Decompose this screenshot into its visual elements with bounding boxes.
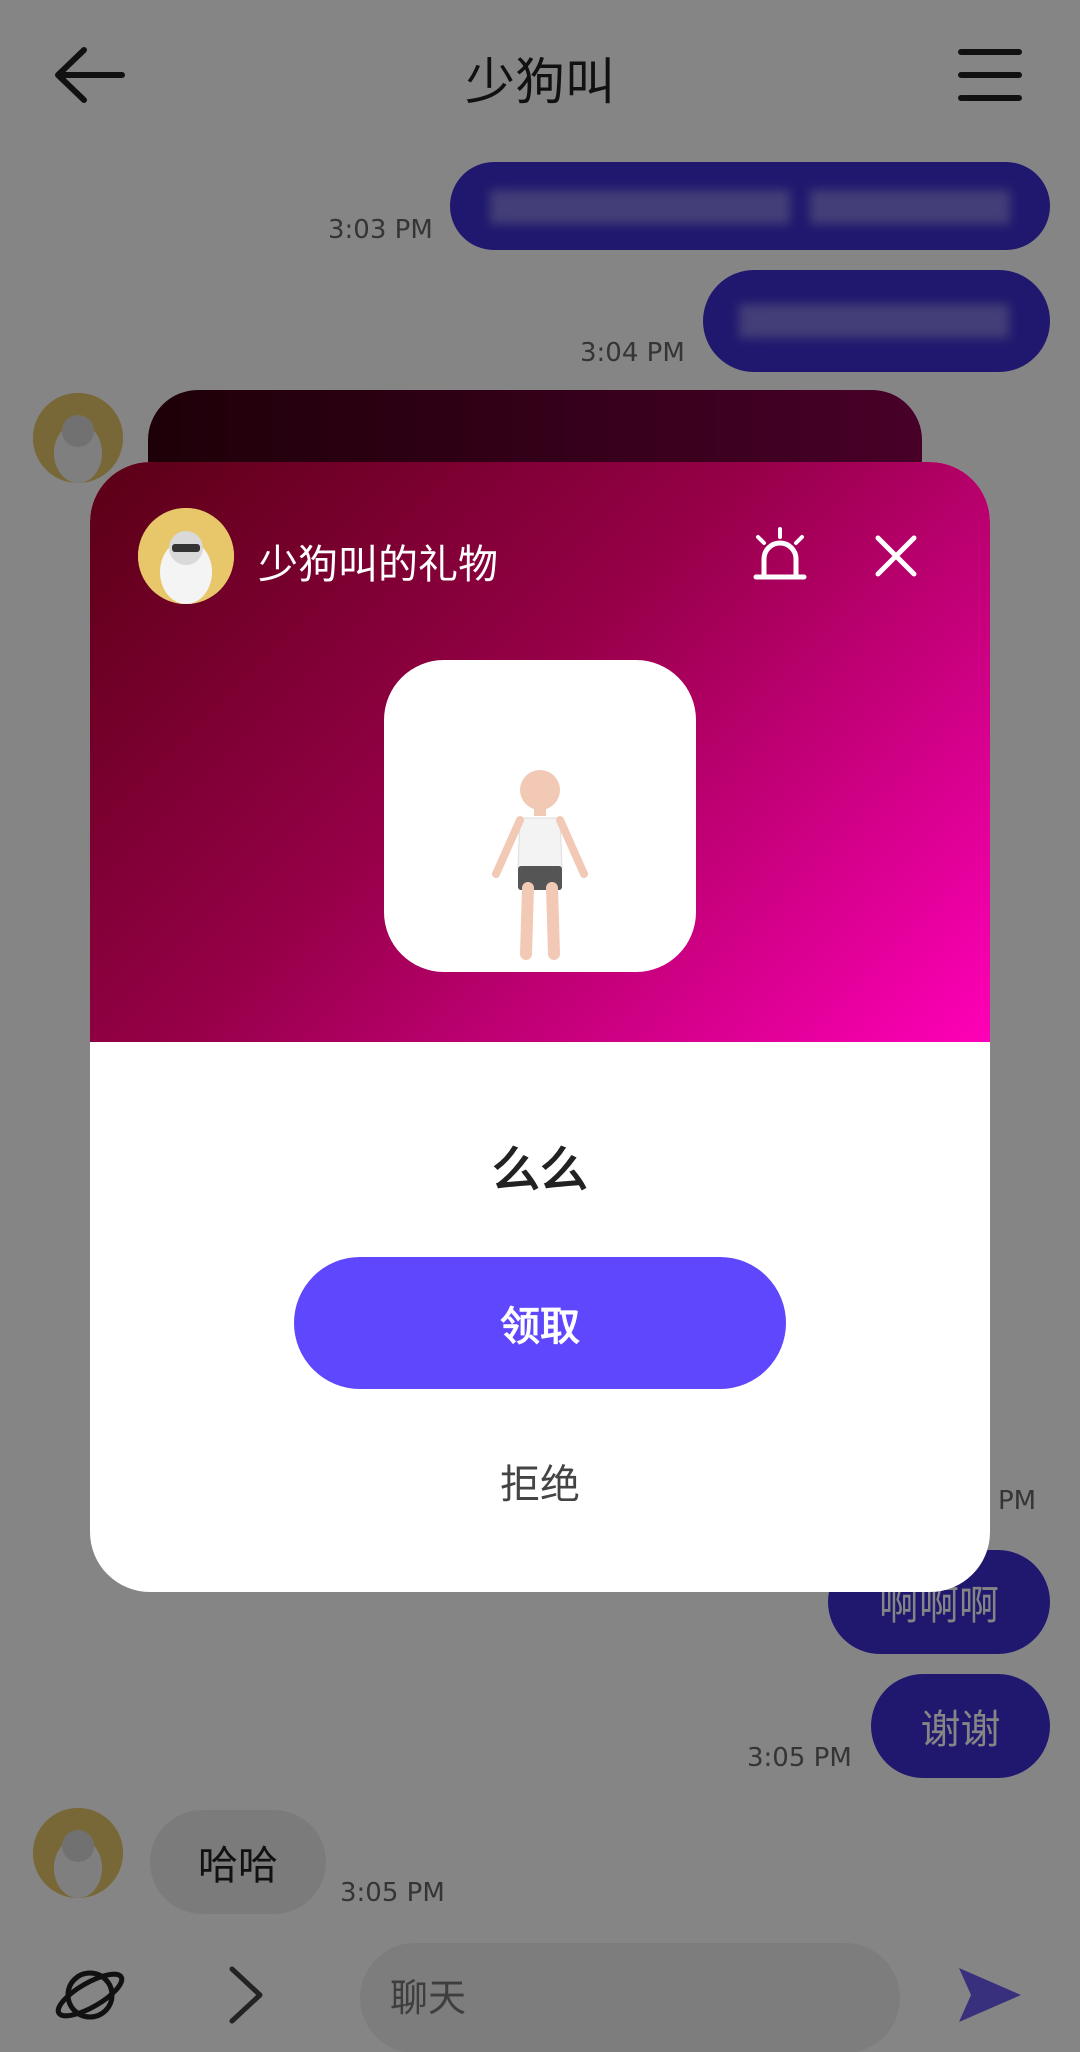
accept-gift-button[interactable]: 领取 bbox=[294, 1257, 786, 1389]
alarm-icon bbox=[753, 527, 807, 580]
close-icon bbox=[875, 535, 917, 577]
sender-avatar bbox=[138, 508, 234, 604]
gift-message: 么么 bbox=[491, 1142, 588, 1198]
gift-preview bbox=[384, 660, 696, 972]
decline-gift-button[interactable]: 拒绝 bbox=[390, 1452, 690, 1510]
gift-dialog-title: 少狗叫的礼物 bbox=[258, 542, 498, 588]
avatar-outfit-image bbox=[492, 770, 588, 960]
close-button[interactable] bbox=[872, 532, 920, 580]
report-button[interactable] bbox=[750, 527, 810, 583]
avatar-image bbox=[138, 508, 234, 604]
gift-dialog: 少狗叫的礼物 么么 领取 拒绝 bbox=[90, 462, 990, 1592]
gift-dialog-header: 少狗叫的礼物 bbox=[90, 462, 990, 1042]
